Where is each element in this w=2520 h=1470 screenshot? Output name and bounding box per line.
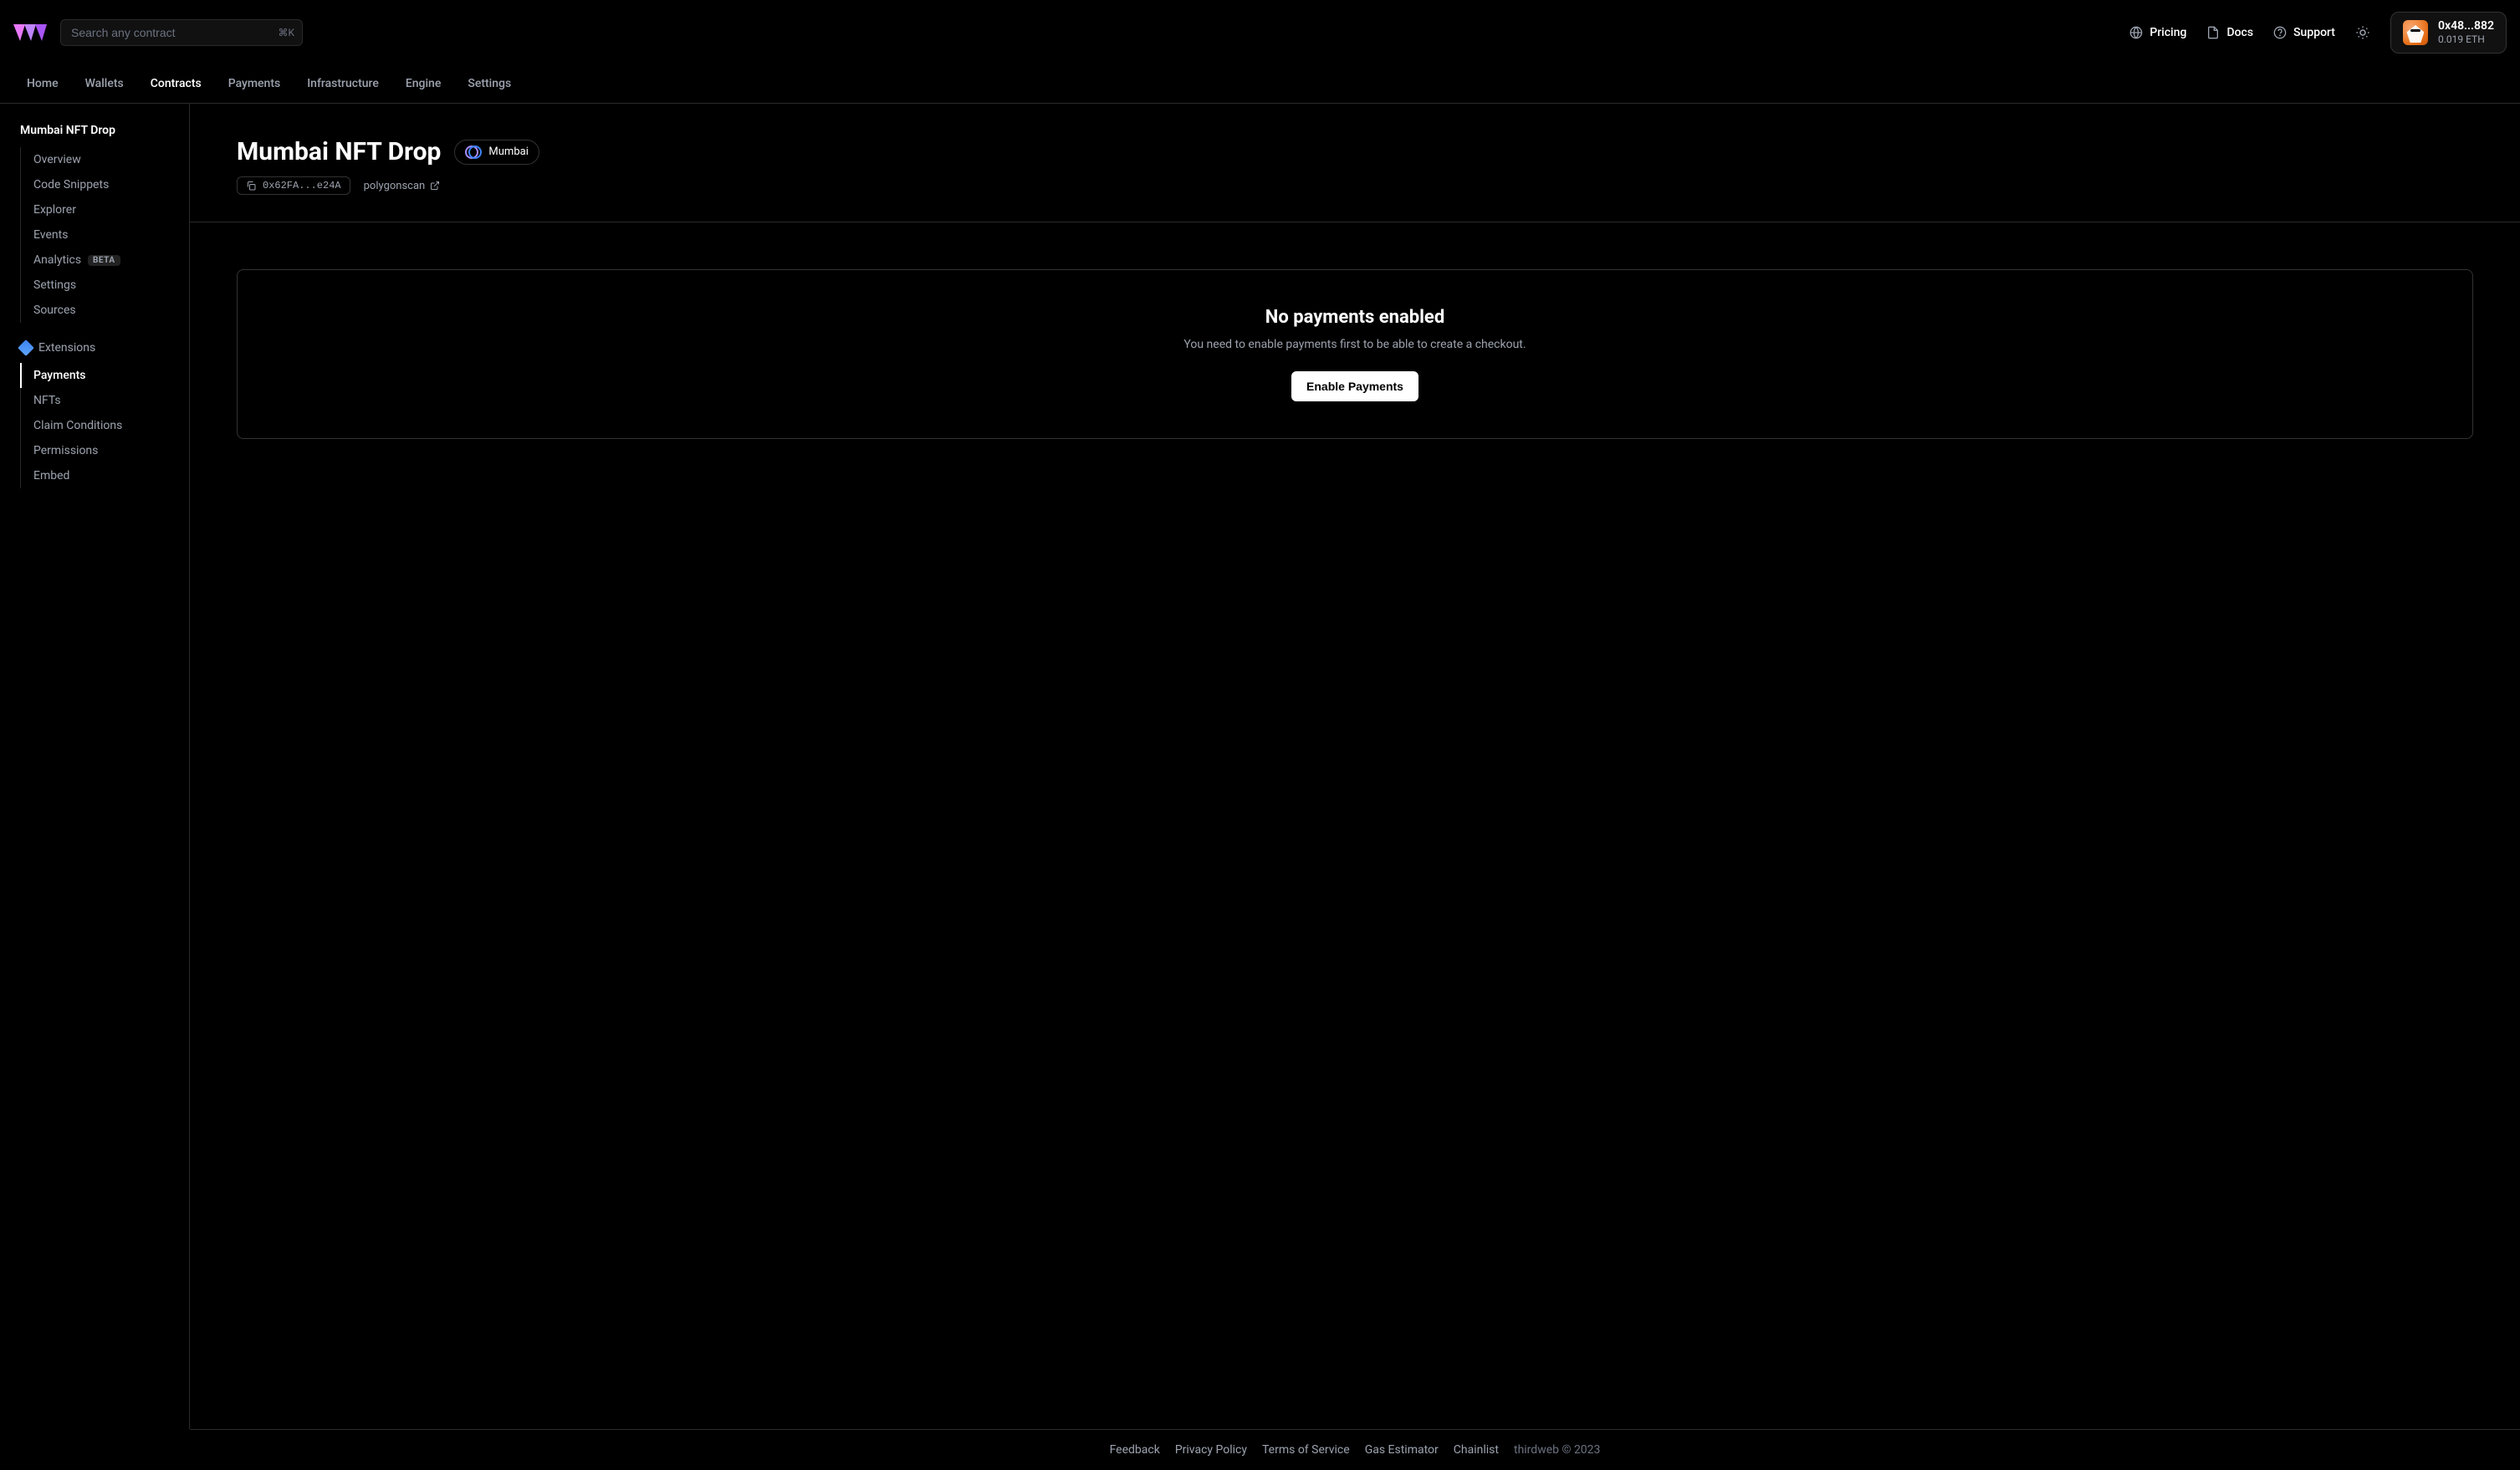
polygon-network-icon bbox=[465, 144, 482, 161]
topnav-payments[interactable]: Payments bbox=[215, 65, 294, 104]
block-explorer-label: polygonscan bbox=[364, 180, 426, 192]
docs-label: Docs bbox=[2226, 26, 2253, 39]
empty-state-subtitle: You need to enable payments first to be … bbox=[1183, 338, 1526, 351]
sidebar-item-events[interactable]: Events bbox=[20, 222, 189, 248]
block-explorer-link[interactable]: polygonscan bbox=[364, 180, 441, 192]
docs-link[interactable]: Docs bbox=[2206, 26, 2253, 39]
wallet-address: 0x48...882 bbox=[2438, 19, 2494, 33]
wallet-chip[interactable]: 0x48...882 0.019 ETH bbox=[2390, 12, 2507, 53]
theme-toggle[interactable] bbox=[2355, 25, 2370, 40]
sidebar-item-explorer[interactable]: Explorer bbox=[20, 197, 189, 222]
page-title: Mumbai NFT Drop bbox=[237, 137, 441, 166]
support-link[interactable]: Support bbox=[2273, 26, 2335, 39]
sidebar-item-nfts[interactable]: NFTs bbox=[20, 388, 189, 413]
copy-icon bbox=[246, 181, 256, 191]
header-links: Pricing Docs Support bbox=[2129, 12, 2507, 53]
network-chip[interactable]: Mumbai bbox=[454, 140, 539, 165]
app-header: ⌘K Pricing Docs S bbox=[0, 0, 2520, 65]
sidebar-extensions-header: Extensions bbox=[0, 323, 189, 363]
globe-icon bbox=[2129, 26, 2143, 39]
topnav-wallets[interactable]: Wallets bbox=[72, 65, 137, 104]
payments-empty-state-card: No payments enabled You need to enable p… bbox=[237, 269, 2473, 439]
extensions-icon bbox=[18, 339, 34, 356]
search-input[interactable] bbox=[60, 19, 303, 46]
contract-address-chip[interactable]: 0x62FA...e24A bbox=[237, 176, 350, 195]
sidebar-group-main: Overview Code Snippets Explorer Events A… bbox=[20, 147, 189, 323]
sidebar-title: Mumbai NFT Drop bbox=[0, 124, 189, 147]
search-container: ⌘K bbox=[60, 19, 303, 46]
footer-chainlist[interactable]: Chainlist bbox=[1454, 1443, 1499, 1457]
wallet-balance: 0.019 ETH bbox=[2438, 33, 2494, 45]
sun-icon bbox=[2355, 25, 2370, 40]
sidebar-item-settings[interactable]: Settings bbox=[20, 273, 189, 298]
pricing-label: Pricing bbox=[2149, 26, 2186, 39]
top-nav: Home Wallets Contracts Payments Infrastr… bbox=[0, 65, 2520, 104]
network-label: Mumbai bbox=[488, 145, 528, 158]
topnav-home[interactable]: Home bbox=[13, 65, 72, 104]
sidebar-item-claim-conditions[interactable]: Claim Conditions bbox=[20, 413, 189, 438]
sidebar: Mumbai NFT Drop Overview Code Snippets E… bbox=[0, 104, 190, 1429]
empty-state-title: No payments enabled bbox=[1265, 307, 1444, 328]
footer: Feedback Privacy Policy Terms of Service… bbox=[190, 1429, 2520, 1470]
sidebar-item-embed[interactable]: Embed bbox=[20, 463, 189, 488]
topnav-engine[interactable]: Engine bbox=[392, 65, 455, 104]
beta-badge: BETA bbox=[88, 255, 120, 266]
main-content: Mumbai NFT Drop Mumbai 0x62FA...e24A pol… bbox=[190, 104, 2520, 1429]
wallet-avatar-icon bbox=[2403, 20, 2428, 45]
external-link-icon bbox=[430, 181, 440, 191]
contract-address: 0x62FA...e24A bbox=[263, 180, 341, 191]
footer-copyright: thirdweb © 2023 bbox=[1514, 1443, 1600, 1457]
wallet-text: 0x48...882 0.019 ETH bbox=[2438, 19, 2494, 45]
sidebar-item-payments[interactable]: Payments bbox=[20, 363, 189, 388]
topnav-infrastructure[interactable]: Infrastructure bbox=[294, 65, 392, 104]
footer-gas-estimator[interactable]: Gas Estimator bbox=[1365, 1443, 1439, 1457]
pricing-link[interactable]: Pricing bbox=[2129, 26, 2186, 39]
support-label: Support bbox=[2293, 26, 2335, 39]
footer-privacy[interactable]: Privacy Policy bbox=[1175, 1443, 1247, 1457]
sidebar-item-code-snippets[interactable]: Code Snippets bbox=[20, 172, 189, 197]
thirdweb-logo[interactable] bbox=[13, 16, 47, 49]
enable-payments-button[interactable]: Enable Payments bbox=[1291, 371, 1418, 401]
topnav-settings[interactable]: Settings bbox=[454, 65, 524, 104]
sidebar-item-analytics[interactable]: Analytics BETA bbox=[20, 248, 189, 273]
sidebar-item-permissions[interactable]: Permissions bbox=[20, 438, 189, 463]
sidebar-item-sources[interactable]: Sources bbox=[20, 298, 189, 323]
help-circle-icon bbox=[2273, 26, 2287, 39]
footer-feedback[interactable]: Feedback bbox=[1110, 1443, 1160, 1457]
footer-terms[interactable]: Terms of Service bbox=[1262, 1443, 1350, 1457]
topnav-contracts[interactable]: Contracts bbox=[137, 65, 215, 104]
sidebar-group-extensions: Payments NFTs Claim Conditions Permissio… bbox=[20, 363, 189, 488]
sidebar-item-overview[interactable]: Overview bbox=[20, 147, 189, 172]
document-icon bbox=[2206, 26, 2220, 39]
